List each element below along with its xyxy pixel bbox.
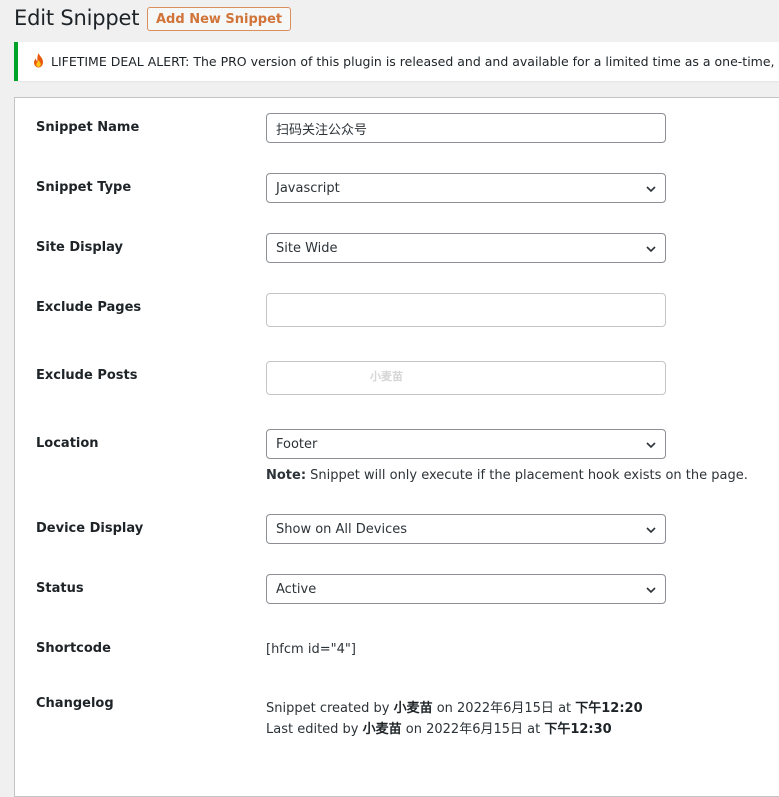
device-display-select[interactable]: Show on All Devices [266,514,666,544]
status-value: Active [276,581,317,597]
chevron-down-icon [646,587,656,594]
snippet-name-input[interactable]: 扫码关注公众号 [266,113,666,143]
site-display-select[interactable]: Site Wide [266,233,666,263]
edited-prefix: Last edited by [266,722,363,737]
exclude-pages-label: Exclude Pages [36,300,142,315]
notice-text: LIFETIME DEAL ALERT: The PRO version of … [51,54,779,69]
lifetime-deal-notice: LIFETIME DEAL ALERT: The PRO version of … [14,42,779,81]
snippet-type-select[interactable]: Javascript [266,173,666,203]
note-text: Snippet will only execute if the placeme… [306,468,748,483]
status-label: Status [36,581,84,596]
status-select[interactable]: Active [266,574,666,604]
add-new-snippet-button[interactable]: Add New Snippet [147,7,292,31]
location-value: Footer [276,436,318,452]
note-prefix: Note: [266,468,307,483]
site-display-label: Site Display [36,240,123,255]
snippet-name-label: Snippet Name [36,120,140,135]
location-note: Note: Snippet will only execute if the p… [266,468,748,483]
chevron-down-icon [646,442,656,449]
created-mid: on 2022年6月15日 at [432,701,576,716]
changelog-label: Changelog [36,696,114,711]
exclude-posts-input[interactable]: 小麦苗 [266,361,666,395]
shortcode-label: Shortcode [36,641,111,656]
snippet-type-label: Snippet Type [36,180,132,195]
created-by: 小麦苗 [393,701,433,716]
chevron-down-icon [646,246,656,253]
snippet-name-value: 扫码关注公众号 [276,122,368,138]
location-label: Location [36,436,99,451]
edited-time: 下午12:30 [544,722,612,737]
snippet-settings-panel: Snippet Name 扫码关注公众号 Snippet Type Javasc… [14,97,779,797]
shortcode-value: [hfcm id="4"] [266,642,356,657]
chevron-down-icon [646,186,656,193]
device-display-value: Show on All Devices [276,521,408,537]
fire-icon [32,52,45,71]
watermark: 小麦苗 [370,370,403,383]
created-time: 下午12:20 [575,701,643,716]
edited-mid: on 2022年6月15日 at [401,722,545,737]
chevron-down-icon [646,527,656,534]
edited-by: 小麦苗 [362,722,402,737]
snippet-type-value: Javascript [276,180,340,196]
site-display-value: Site Wide [276,240,338,256]
changelog-edited: Last edited by 小麦苗 on 2022年6月15日 at 下午12… [266,718,612,737]
device-display-label: Device Display [36,521,144,536]
changelog-created: Snippet created by 小麦苗 on 2022年6月15日 at … [266,697,643,716]
created-prefix: Snippet created by [266,701,394,716]
location-select[interactable]: Footer [266,429,666,459]
exclude-posts-label: Exclude Posts [36,368,138,383]
exclude-pages-input[interactable] [266,293,666,327]
page-title: Edit Snippet [14,6,140,30]
